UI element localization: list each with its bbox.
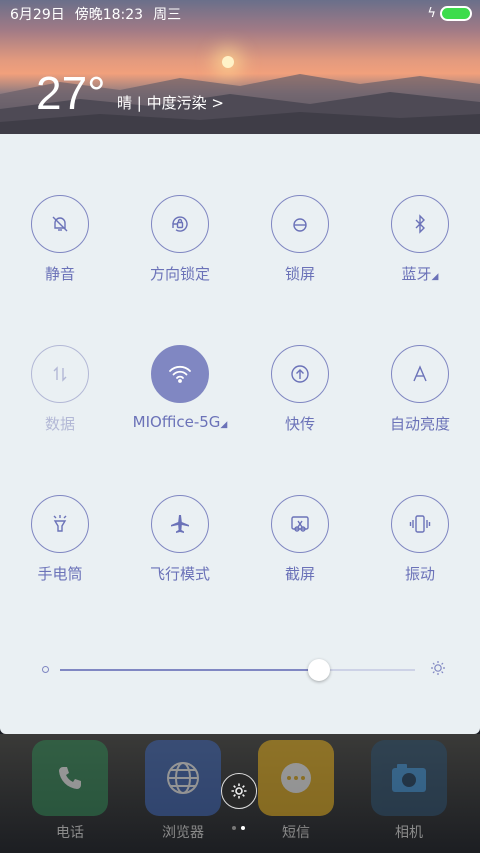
brightness-fill: [60, 669, 320, 671]
status-icons: ϟ: [427, 6, 472, 21]
status-bar: 6月29日 傍晚18:23 周三: [0, 0, 480, 28]
toggle-airplane-mode[interactable]: 飞行模式: [120, 495, 240, 584]
vibrate-icon: [391, 495, 449, 553]
toggle-label: 方向锁定: [149, 265, 210, 283]
app-label: 浏览器: [162, 825, 204, 841]
message-icon: [258, 740, 334, 816]
app-messages[interactable]: 短信: [258, 740, 334, 842]
app-camera[interactable]: 相机: [371, 740, 447, 842]
app-label: 电话: [56, 825, 84, 841]
app-browser[interactable]: 浏览器: [145, 740, 221, 842]
app-phone[interactable]: 电话: [32, 740, 108, 842]
toggle-label: 手电筒: [37, 565, 83, 583]
brightness-low-icon: [42, 666, 49, 673]
app-label: 相机: [395, 825, 423, 841]
app-label: 短信: [282, 825, 310, 841]
brightness-track[interactable]: [60, 659, 415, 681]
phone-icon: [32, 740, 108, 816]
page-indicator: [232, 826, 245, 830]
page-dot: [232, 826, 236, 830]
brightness-high-icon: [430, 660, 446, 680]
airplane-icon: [151, 495, 209, 553]
settings-button[interactable]: [221, 773, 257, 809]
bluetooth-icon: [391, 195, 449, 253]
flashlight-icon: [31, 495, 89, 553]
charging-icon: ϟ: [427, 6, 436, 21]
toggle-label: 振动: [404, 565, 435, 583]
toggle-mobile-data[interactable]: 数据: [0, 345, 120, 434]
weather-summary-link[interactable]: 晴 | 中度污染 >: [117, 92, 224, 113]
toggle-rotation-lock[interactable]: 方向锁定: [120, 195, 240, 284]
home-dock: 电话 浏览器 短信 相机: [0, 734, 480, 853]
toggle-label: 数据: [44, 415, 75, 433]
screenshot-icon: [271, 495, 329, 553]
temperature: 27°: [36, 67, 106, 119]
toggle-label: MIOffice-5G◢: [132, 413, 228, 431]
battery-icon: [440, 6, 472, 21]
bell-off-icon: [31, 195, 89, 253]
toggle-wifi[interactable]: MIOffice-5G◢: [120, 345, 240, 431]
toggle-label: 蓝牙◢: [401, 265, 439, 283]
mobile-data-icon: [31, 345, 89, 403]
toggle-mute[interactable]: 静音: [0, 195, 120, 284]
toggle-lock-screen[interactable]: 锁屏: [240, 195, 360, 284]
wifi-icon: [151, 345, 209, 403]
toggle-label: 快传: [284, 415, 315, 433]
brightness-thumb[interactable]: [308, 659, 331, 681]
toggle-label: 自动亮度: [389, 415, 450, 433]
rotation-lock-icon: [151, 195, 209, 253]
toggle-flashlight[interactable]: 手电筒: [0, 495, 120, 584]
upload-icon: [271, 345, 329, 403]
toggle-vibrate[interactable]: 振动: [360, 495, 480, 584]
quick-settings-panel: 静音 方向锁定 锁屏 蓝牙◢ 数据 MIOffice-5G◢ 快传 自动亮度 手…: [0, 134, 480, 734]
status-date: 6月29日: [10, 7, 65, 23]
status-time: 傍晚18:23: [74, 7, 144, 23]
toggle-quick-transfer[interactable]: 快传: [240, 345, 360, 434]
page-dot-active: [241, 826, 245, 830]
lock-icon: [271, 195, 329, 253]
toggle-label: 飞行模式: [149, 565, 210, 583]
status-weekday: 周三: [153, 7, 182, 23]
camera-icon: [371, 740, 447, 816]
toggle-bluetooth[interactable]: 蓝牙◢: [360, 195, 480, 284]
toggle-label: 截屏: [284, 565, 315, 583]
toggle-label: 静音: [44, 265, 75, 283]
gear-icon: [231, 783, 247, 799]
browser-icon: [145, 740, 221, 816]
toggle-auto-brightness[interactable]: 自动亮度: [360, 345, 480, 434]
auto-brightness-icon: [391, 345, 449, 403]
toggle-label: 锁屏: [284, 265, 315, 283]
toggle-screenshot[interactable]: 截屏: [240, 495, 360, 584]
brightness-slider[interactable]: [38, 654, 448, 686]
weather-header: 6月29日 傍晚18:23 周三 ϟ 27° 晴 | 中度污染 >: [0, 0, 480, 134]
